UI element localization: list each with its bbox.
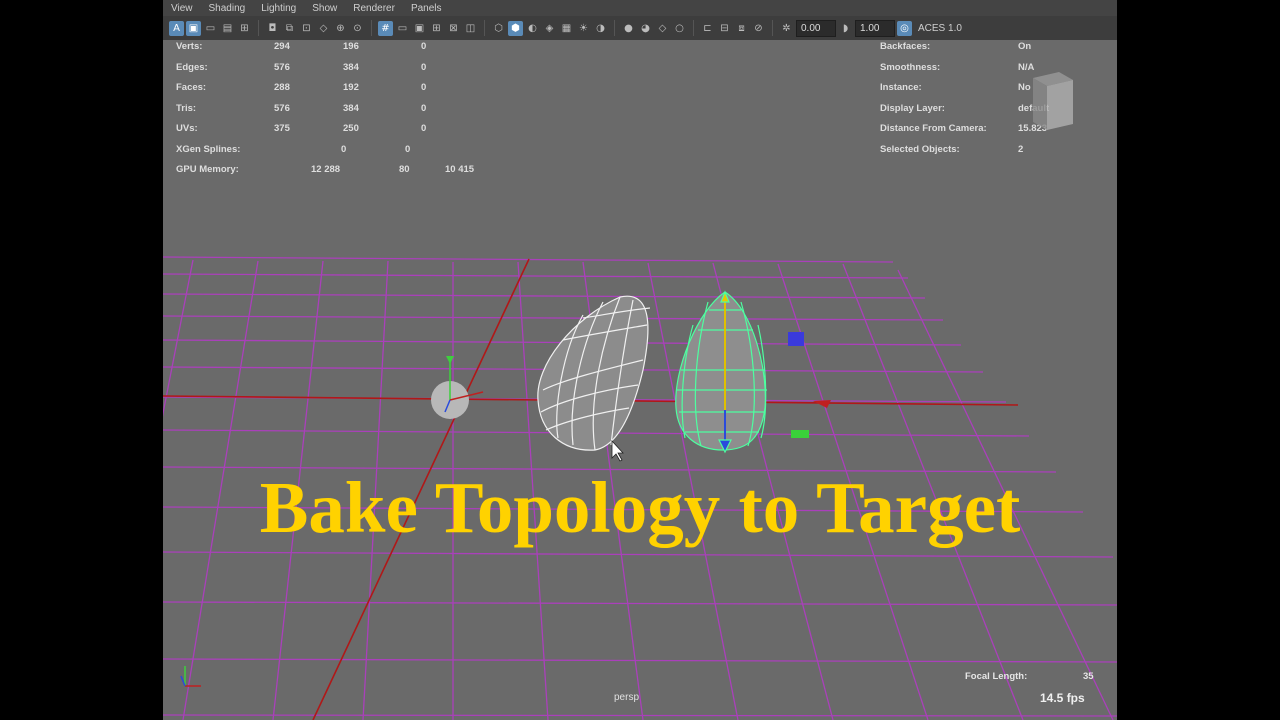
menu-shading[interactable]: Shading bbox=[201, 3, 254, 14]
resolution-gate-icon[interactable]: ⧉ bbox=[282, 21, 297, 36]
menu-panels[interactable]: Panels bbox=[403, 3, 450, 14]
menu-view[interactable]: View bbox=[163, 3, 201, 14]
toolbar-divider bbox=[258, 20, 259, 36]
menu-lighting[interactable]: Lighting bbox=[253, 3, 304, 14]
camera-attributes-icon[interactable]: ▣ bbox=[186, 20, 201, 36]
color-space-label[interactable]: ACES 1.0 bbox=[918, 23, 962, 34]
menu-show[interactable]: Show bbox=[304, 3, 345, 14]
color-management-icon[interactable]: ◎ bbox=[897, 20, 912, 36]
shaded-sphere[interactable] bbox=[431, 356, 484, 419]
bookmark-icon[interactable]: ▭ bbox=[203, 21, 218, 36]
frame-selection-icon[interactable]: ▣ bbox=[412, 21, 427, 36]
menu-renderer[interactable]: Renderer bbox=[345, 3, 403, 14]
lighting-icon[interactable]: ☀ bbox=[576, 21, 591, 36]
smooth-shade-icon[interactable]: ⬢ bbox=[508, 20, 523, 36]
toolbar-divider bbox=[484, 20, 485, 36]
mouse-cursor-icon bbox=[611, 439, 624, 462]
wireframe-on-shaded-icon[interactable]: ◈ bbox=[542, 21, 557, 36]
frame-icon[interactable]: ▭ bbox=[395, 21, 410, 36]
xray-icon[interactable]: ⊠ bbox=[446, 21, 461, 36]
grid-icon[interactable]: # bbox=[378, 20, 393, 36]
film-gate-icon[interactable]: ◘ bbox=[265, 21, 280, 36]
default-material-icon[interactable]: ◐ bbox=[525, 21, 540, 36]
panel-menu-bar: View Shading Lighting Show Renderer Pane… bbox=[163, 0, 1117, 16]
motion-blur-icon[interactable]: ◕ bbox=[638, 21, 653, 36]
xray-active-icon[interactable]: ⧈ bbox=[734, 21, 749, 36]
toolbar-divider bbox=[693, 20, 694, 36]
safe-action-icon[interactable]: ⊕ bbox=[333, 21, 348, 36]
depth-of-field-icon[interactable]: ○ bbox=[672, 21, 687, 36]
ambient-occlusion-icon[interactable]: ● bbox=[621, 21, 636, 36]
overlay-title: Bake Topology to Target bbox=[259, 467, 1021, 548]
manipulator-plane-handle[interactable] bbox=[788, 332, 804, 346]
panel-toolbar: A ▣ ▭ ▤ ⊞ ◘ ⧉ ⊡ ◇ ⊕ ⊙ # ▭ ▣ ⊞ ⊠ ◫ ⬡ ⬢ ◐ … bbox=[163, 16, 1117, 40]
gamma-icon: ◗ bbox=[842, 22, 849, 34]
toolbar-divider bbox=[614, 20, 615, 36]
isolate-select-icon[interactable]: ◫ bbox=[463, 21, 478, 36]
backface-culling-icon[interactable]: ⊘ bbox=[751, 21, 766, 36]
source-mesh-wireframe[interactable] bbox=[537, 295, 651, 451]
camera-name-label: persp bbox=[614, 692, 640, 703]
grid-toggle-icon[interactable]: ⊞ bbox=[237, 21, 252, 36]
field-chart-icon[interactable]: ◇ bbox=[316, 21, 331, 36]
anti-aliasing-icon[interactable]: ◇ bbox=[655, 21, 670, 36]
textured-icon[interactable]: ▦ bbox=[559, 21, 574, 36]
xray-joints-icon[interactable]: ⊟ bbox=[717, 21, 732, 36]
exposure-icon: ✲ bbox=[782, 22, 791, 34]
isolate-view-icon[interactable]: ⊏ bbox=[700, 21, 715, 36]
gamma-field[interactable]: 1.00 bbox=[855, 19, 895, 37]
manipulator-plane-handle[interactable] bbox=[791, 430, 809, 438]
target-mesh-wireframe[interactable] bbox=[675, 290, 767, 454]
manipulator-x-arrow[interactable] bbox=[813, 400, 831, 408]
select-camera-icon[interactable]: A bbox=[169, 20, 184, 36]
exposure-field[interactable]: 0.00 bbox=[796, 19, 836, 37]
image-plane-icon[interactable]: ▤ bbox=[220, 21, 235, 36]
maya-viewport[interactable]: View Shading Lighting Show Renderer Pane… bbox=[163, 0, 1117, 720]
scene-canvas[interactable] bbox=[163, 40, 1117, 720]
focal-length-value: 35 bbox=[1083, 671, 1094, 682]
wireframe-icon[interactable]: ⬡ bbox=[491, 21, 506, 36]
safe-title-icon[interactable]: ⊙ bbox=[350, 21, 365, 36]
isolate-icon[interactable]: ⊞ bbox=[429, 21, 444, 36]
shadows-icon[interactable]: ◑ bbox=[593, 21, 608, 36]
toolbar-divider bbox=[371, 20, 372, 36]
toolbar-divider bbox=[772, 20, 773, 36]
focal-length-label: Focal Length: bbox=[965, 671, 1028, 682]
gate-mask-icon[interactable]: ⊡ bbox=[299, 21, 314, 36]
fps-readout: 14.5 fps bbox=[1040, 691, 1085, 705]
